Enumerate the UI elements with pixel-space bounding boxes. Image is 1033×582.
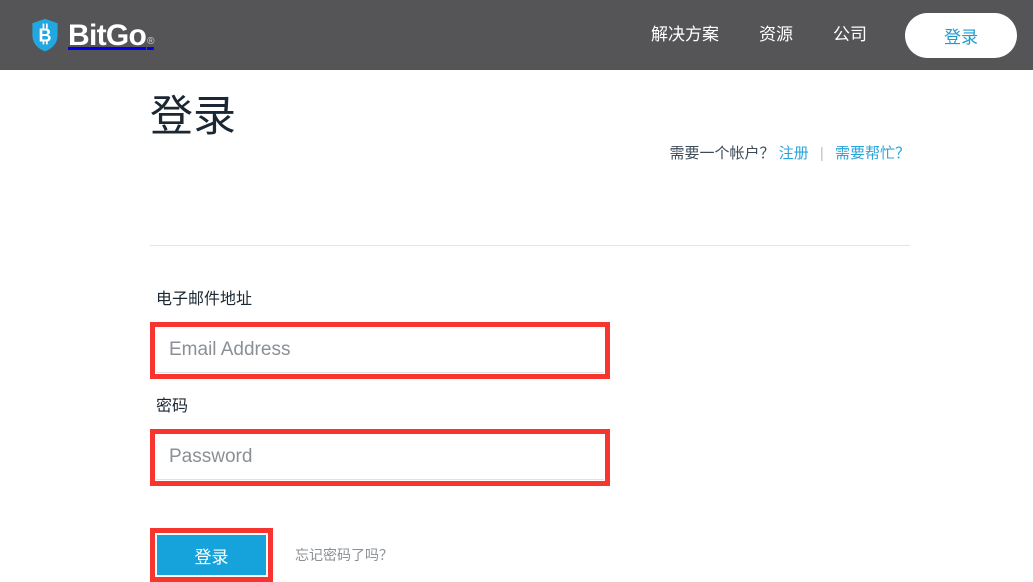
brand-logo[interactable]: B BitGo® — [31, 15, 154, 55]
main-navigation: 解决方案 资源 公司 登录 — [631, 0, 1017, 70]
title-divider — [150, 245, 910, 246]
title-row: 登录 需要一个帐户？ 注册 | 需要帮忙？ — [150, 70, 910, 175]
page-title: 登录 — [150, 93, 236, 141]
brand-wordmark-text: BitGo — [68, 19, 147, 52]
need-account-text: 需要一个帐户？ — [669, 145, 775, 162]
email-input[interactable] — [156, 328, 604, 373]
page-content: 登录 需要一个帐户？ 注册 | 需要帮忙？ 电子邮件地址 密码 登录 忘记密码了 — [0, 70, 1033, 582]
account-helper-links: 需要一个帐户？ 注册 | 需要帮忙？ — [670, 142, 910, 163]
nav-solutions[interactable]: 解决方案 — [631, 0, 739, 70]
svg-text:B: B — [39, 25, 52, 45]
password-field-label: 密码 — [156, 398, 189, 415]
bitcoin-shield-icon: B — [31, 18, 59, 52]
nav-resources[interactable]: 资源 — [739, 0, 813, 70]
password-annotation-box — [150, 429, 610, 486]
email-field-label: 电子邮件地址 — [156, 291, 253, 308]
login-submit-button[interactable]: 登录 — [157, 535, 266, 575]
email-annotation-box — [150, 322, 610, 379]
password-field-group: 密码 — [150, 399, 610, 486]
site-header: B BitGo® 解决方案 资源 公司 登录 — [0, 0, 1033, 70]
login-form: 电子邮件地址 密码 登录 忘记密码了吗？ — [150, 292, 610, 582]
email-field-group: 电子邮件地址 — [150, 292, 610, 379]
submit-annotation-box: 登录 — [150, 528, 273, 582]
signup-link[interactable]: 注册 — [779, 145, 809, 162]
header-login-button[interactable]: 登录 — [905, 12, 1017, 58]
brand-wordmark: BitGo® — [68, 19, 154, 52]
need-help-link[interactable]: 需要帮忙？ — [835, 145, 910, 162]
nav-company[interactable]: 公司 — [813, 0, 887, 70]
registered-trademark-icon: ® — [147, 36, 154, 47]
forgot-password-link[interactable]: 忘记密码了吗？ — [295, 545, 393, 565]
helper-separator: | — [819, 145, 824, 162]
password-input[interactable] — [156, 435, 604, 480]
submit-row: 登录 忘记密码了吗？ — [150, 528, 610, 582]
